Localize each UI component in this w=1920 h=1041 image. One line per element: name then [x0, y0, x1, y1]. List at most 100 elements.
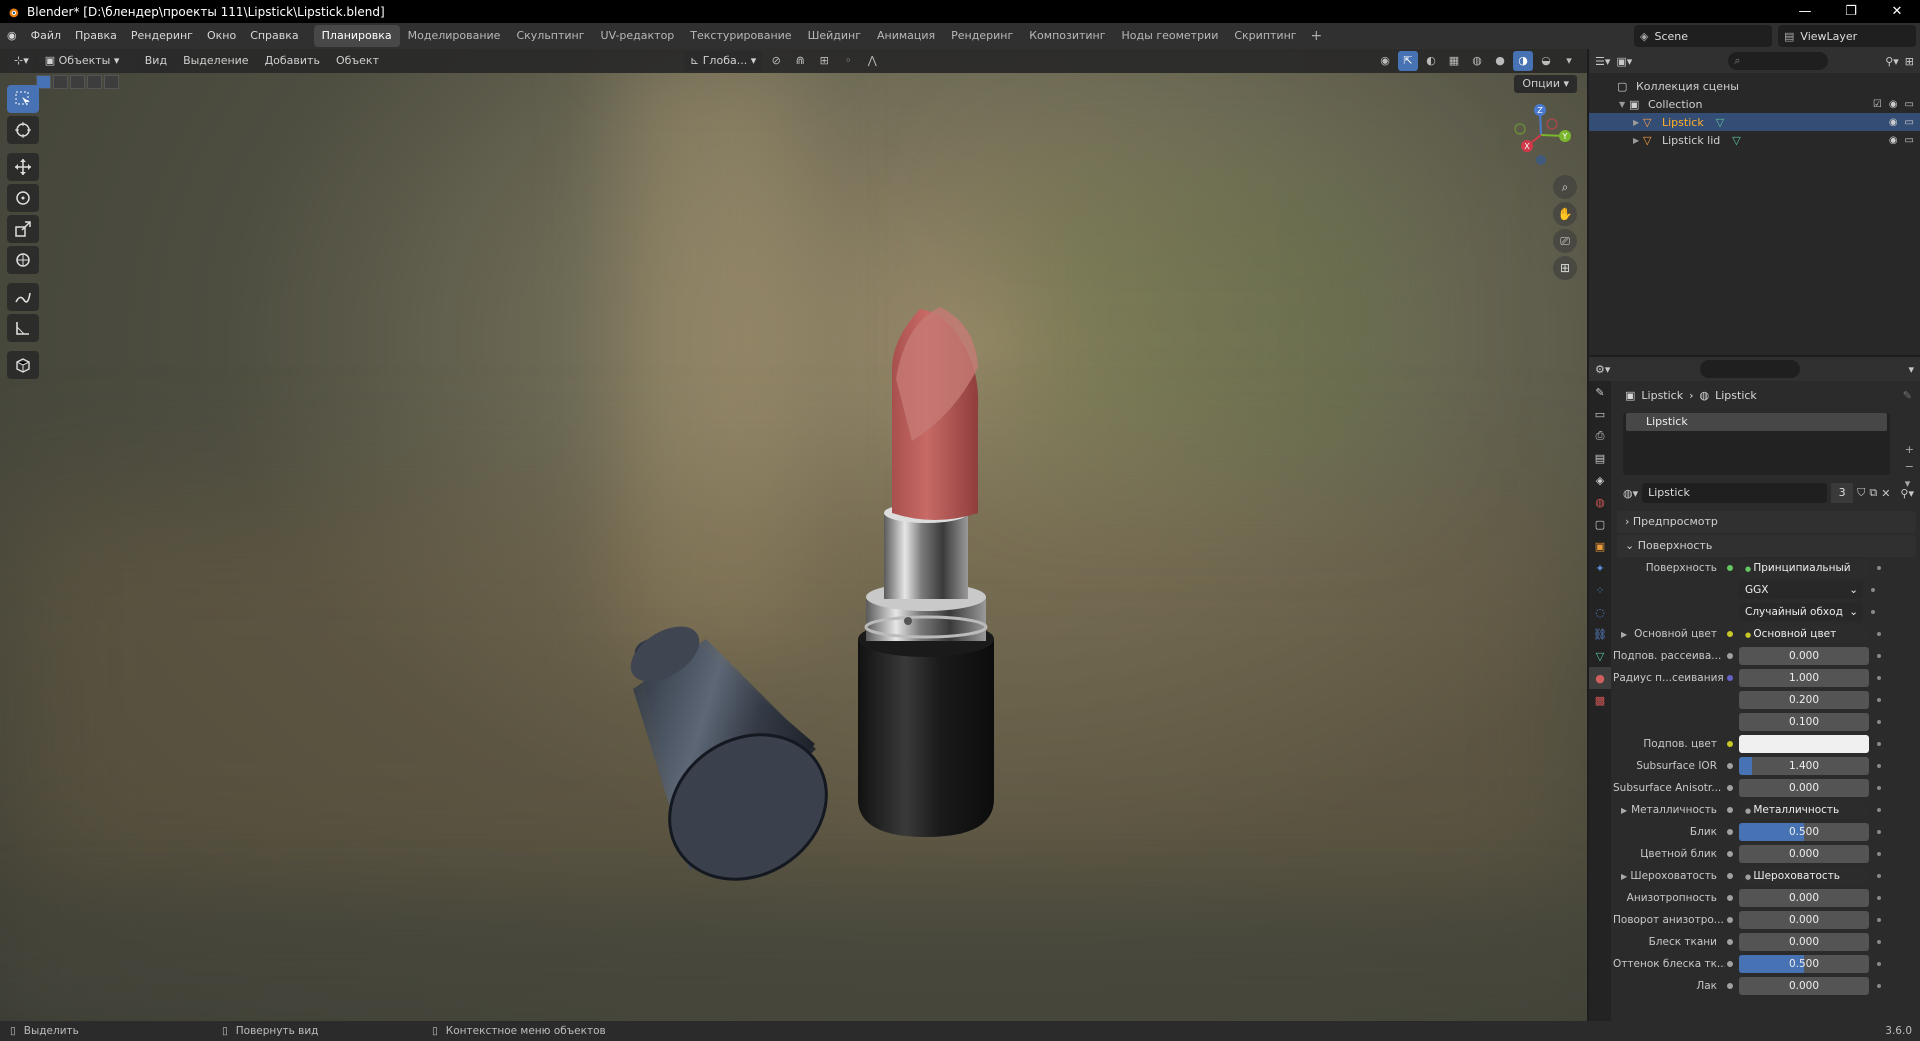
keyframe-dot-icon[interactable]: [1877, 962, 1881, 966]
value-field[interactable]: 0.000: [1739, 779, 1869, 797]
socket-icon[interactable]: [1727, 939, 1733, 945]
properties-search-input[interactable]: [1700, 360, 1801, 378]
eye-icon[interactable]: ◉: [1889, 99, 1898, 110]
wireframe-shading-icon[interactable]: ◍: [1467, 51, 1487, 71]
menu-window[interactable]: Окно: [200, 23, 243, 49]
minimize-button[interactable]: —: [1782, 0, 1828, 23]
outliner-item-lipstick[interactable]: ▶ ▽ Lipstick ▽ ◉ ▭: [1589, 113, 1920, 131]
select-box-tool[interactable]: [7, 85, 39, 113]
add-cube-tool[interactable]: [7, 351, 39, 379]
camera-icon[interactable]: ▭: [1905, 135, 1914, 146]
constraints-tab-icon[interactable]: ⛓: [1589, 623, 1611, 645]
scene-collection-row[interactable]: ▢ Коллекция сцены: [1589, 77, 1920, 95]
select-extend-icon[interactable]: [53, 75, 68, 89]
fake-user-icon[interactable]: ⛉: [1857, 486, 1865, 500]
select-invert-icon[interactable]: [87, 75, 102, 89]
keyframe-dot-icon[interactable]: [1877, 720, 1881, 724]
pan-hand-icon[interactable]: ✋: [1553, 202, 1577, 226]
value-field[interactable]: ● Металличность: [1739, 801, 1869, 819]
exclude-checkbox-icon[interactable]: ☑: [1873, 99, 1882, 110]
socket-icon[interactable]: [1727, 631, 1733, 637]
keyframe-dot-icon[interactable]: [1877, 874, 1881, 878]
preview-panel-header[interactable]: › Предпросмотр: [1617, 511, 1916, 533]
object-tab-icon[interactable]: ▣: [1589, 535, 1611, 557]
camera-view-icon[interactable]: ⎚: [1553, 229, 1577, 253]
scene-selector[interactable]: ◈ Scene: [1634, 25, 1772, 47]
snap-target-icon[interactable]: ⊞: [814, 51, 834, 71]
outliner-editor-icon[interactable]: ☰▾: [1595, 55, 1610, 68]
shading-options-icon[interactable]: ▾: [1559, 51, 1579, 71]
menu-render[interactable]: Рендеринг: [124, 23, 200, 49]
expand-arrow-icon[interactable]: ▶: [1633, 136, 1643, 145]
socket-icon[interactable]: [1727, 983, 1733, 989]
add-slot-button[interactable]: +: [1905, 443, 1914, 456]
display-mode-icon[interactable]: ▣▾: [1616, 55, 1632, 68]
remove-slot-button[interactable]: −: [1905, 460, 1914, 473]
value-field[interactable]: 1.400: [1739, 757, 1869, 775]
material-slot-list[interactable]: Lipstick: [1623, 413, 1890, 475]
collection-row[interactable]: ▼ ▣ Collection ☑ ◉ ▭: [1589, 95, 1920, 113]
keyframe-dot-icon[interactable]: [1877, 632, 1881, 636]
transform-orientation-selector[interactable]: ⊾ Глоба... ▾: [684, 51, 763, 71]
tool-tab-icon[interactable]: ✎: [1589, 381, 1611, 403]
material-preview-shading-icon[interactable]: ◑: [1513, 51, 1533, 71]
zoom-icon[interactable]: ⌕: [1553, 175, 1577, 199]
menu-object[interactable]: Объект: [330, 51, 385, 71]
falloff-icon[interactable]: ⋀: [862, 51, 882, 71]
world-tab-icon[interactable]: ◍: [1589, 491, 1611, 513]
tab-shading[interactable]: Шейдинг: [800, 25, 869, 47]
move-tool[interactable]: [7, 153, 39, 181]
expand-arrow-icon[interactable]: ▶: [1621, 630, 1627, 639]
close-button[interactable]: ✕: [1874, 0, 1920, 23]
value-field[interactable]: 0.000: [1739, 845, 1869, 863]
properties-options-icon[interactable]: ▾: [1908, 363, 1914, 376]
menu-select[interactable]: Выделение: [177, 51, 255, 71]
keyframe-dot-icon[interactable]: [1871, 588, 1875, 592]
value-field[interactable]: 0.000: [1739, 889, 1869, 907]
menu-file[interactable]: Файл: [24, 23, 68, 49]
scale-tool[interactable]: [7, 215, 39, 243]
slot-specials-icon[interactable]: ▾: [1905, 477, 1914, 490]
value-field[interactable]: 0.500: [1739, 955, 1869, 973]
expand-arrow-icon[interactable]: ▶: [1633, 118, 1643, 127]
socket-icon[interactable]: [1727, 807, 1733, 813]
value-field[interactable]: ● Шероховатость: [1739, 867, 1869, 885]
scene-tab-icon[interactable]: ◈: [1589, 469, 1611, 491]
transform-tool[interactable]: [7, 246, 39, 274]
overlay-toggle-icon[interactable]: ◐: [1421, 51, 1441, 71]
keyframe-dot-icon[interactable]: [1877, 852, 1881, 856]
perspective-grid-icon[interactable]: ⊞: [1553, 256, 1577, 280]
outliner-item-lipstick-lid[interactable]: ▶ ▽ Lipstick lid ▽ ◉ ▭: [1589, 131, 1920, 149]
filter-icon[interactable]: ⚲▾: [1885, 55, 1899, 68]
tab-modeling[interactable]: Моделирование: [400, 25, 509, 47]
value-field[interactable]: 0.200: [1739, 691, 1869, 709]
socket-icon[interactable]: [1727, 851, 1733, 857]
value-field[interactable]: 1.000: [1739, 669, 1869, 687]
socket-icon[interactable]: [1727, 785, 1733, 791]
properties-editor-icon[interactable]: ⚙▾: [1595, 363, 1610, 376]
value-field[interactable]: 0.000: [1739, 977, 1869, 995]
keyframe-dot-icon[interactable]: [1877, 984, 1881, 988]
annotate-tool[interactable]: [7, 283, 39, 311]
menu-help[interactable]: Справка: [243, 23, 305, 49]
socket-icon[interactable]: [1727, 917, 1733, 923]
socket-icon[interactable]: [1727, 895, 1733, 901]
render-tab-icon[interactable]: ▭: [1589, 403, 1611, 425]
camera-icon[interactable]: ▭: [1905, 117, 1914, 128]
dropdown-field[interactable]: GGX ⌄: [1739, 581, 1863, 599]
outliner-search-input[interactable]: ⌕: [1728, 52, 1829, 70]
eye-icon[interactable]: ◉: [1889, 135, 1898, 146]
tab-scripting[interactable]: Скриптинг: [1226, 25, 1304, 47]
keyframe-dot-icon[interactable]: [1877, 676, 1881, 680]
options-dropdown[interactable]: Опции ▾: [1514, 75, 1577, 93]
visibility-icon[interactable]: ◉: [1375, 51, 1395, 71]
xray-icon[interactable]: ▦: [1444, 51, 1464, 71]
value-field[interactable]: 0.500: [1739, 823, 1869, 841]
physics-tab-icon[interactable]: ◌: [1589, 601, 1611, 623]
surface-panel-header[interactable]: ⌄ Поверхность: [1617, 535, 1916, 557]
keyframe-dot-icon[interactable]: [1877, 654, 1881, 658]
material-tab-icon[interactable]: ●: [1589, 667, 1611, 689]
keyframe-dot-icon[interactable]: [1877, 940, 1881, 944]
output-tab-icon[interactable]: ⎙: [1589, 425, 1611, 447]
eye-icon[interactable]: ◉: [1889, 117, 1898, 128]
